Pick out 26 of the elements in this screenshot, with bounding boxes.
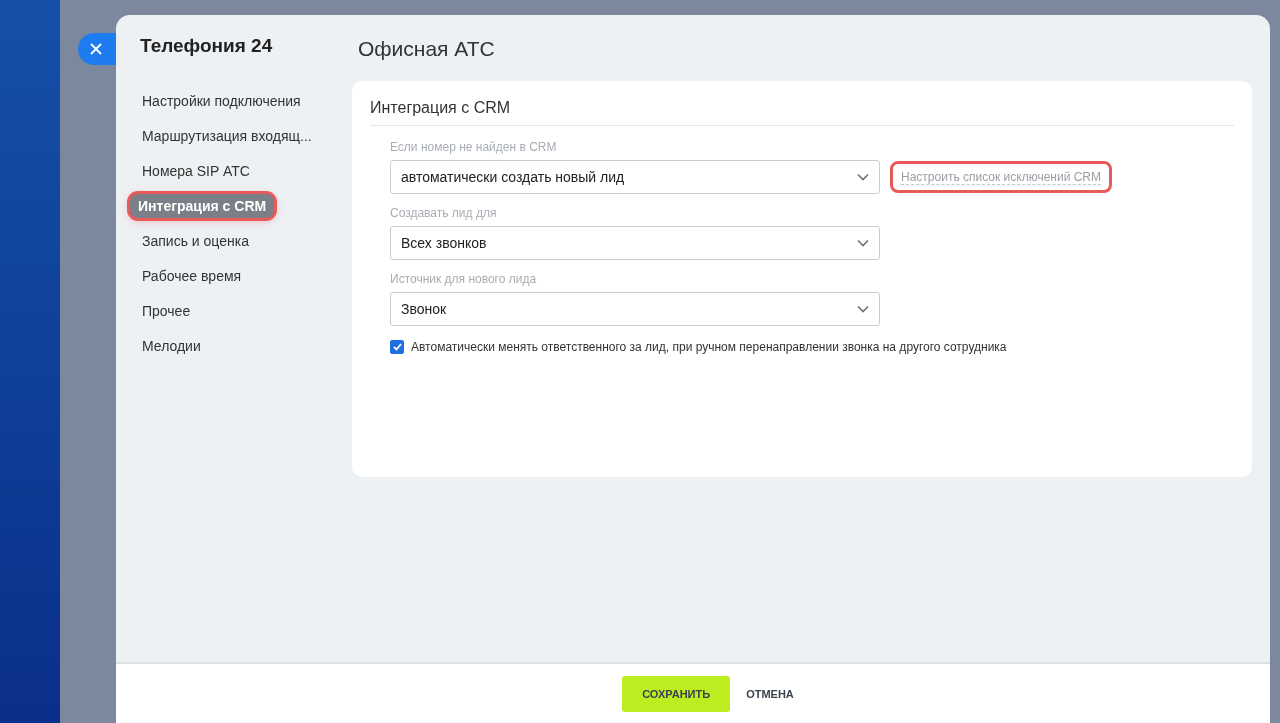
- save-button[interactable]: СОХРАНИТЬ: [622, 675, 731, 712]
- sidebar-item[interactable]: Мелодии: [140, 334, 203, 358]
- sidebar-item[interactable]: Прочее: [140, 299, 193, 323]
- close-button[interactable]: [78, 33, 116, 65]
- cancel-button[interactable]: ОТМЕНА: [736, 687, 804, 700]
- dropdown-field[interactable]: автоматически создать новый лид: [390, 160, 880, 194]
- chevron-down-icon: [857, 173, 869, 181]
- sidebar-item[interactable]: Маршрутизация входящ...: [140, 124, 314, 148]
- close-icon: [90, 43, 102, 55]
- dropdown-field[interactable]: Звонок: [390, 292, 880, 326]
- chevron-down-icon: [857, 239, 869, 247]
- checkbox-label: Автоматически менять ответственного за лид, при ручном перенаправлении звонка на другого сотрудника: [411, 340, 1007, 354]
- field-label: Если номер не найден в CRM: [390, 140, 558, 154]
- app-title: Телефония 24: [140, 35, 274, 57]
- sidebar-item[interactable]: Настройки подключения: [140, 89, 303, 113]
- sidebar-item[interactable]: Рабочее время: [140, 264, 244, 288]
- checkbox[interactable]: [390, 340, 404, 354]
- sidebar-item[interactable]: Запись и оценка: [140, 229, 251, 253]
- chevron-down-icon: [857, 305, 869, 313]
- field-label: Источник для нового лида: [390, 272, 538, 286]
- sidebar-item[interactable]: Интеграция с CRM: [130, 194, 275, 218]
- field-label: Создавать лид для: [390, 206, 498, 220]
- section-title: Интеграция с CRM: [370, 99, 1234, 126]
- page-title: Офисная АТС: [358, 37, 496, 61]
- dropdown-field[interactable]: Всех звонков: [390, 226, 880, 260]
- sidebar-item[interactable]: Номера SIP АТС: [140, 159, 252, 183]
